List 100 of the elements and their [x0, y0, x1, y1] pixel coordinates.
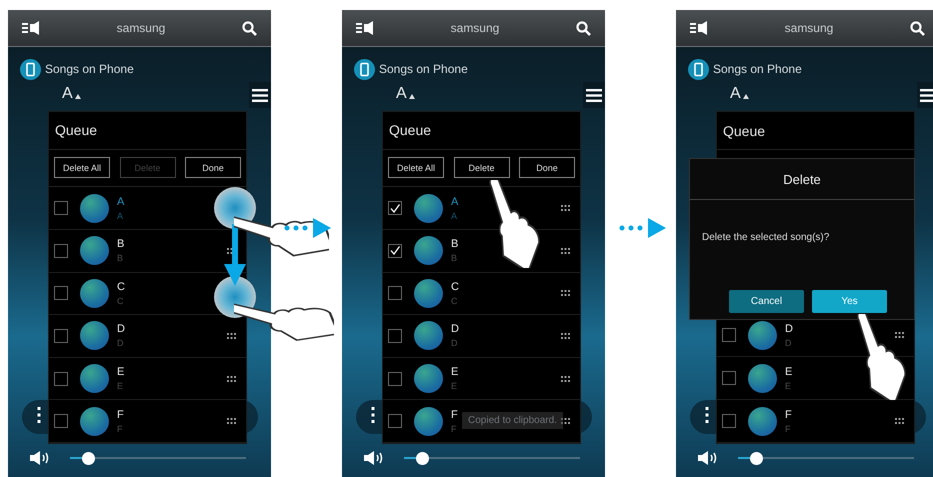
album-art-icon — [414, 364, 443, 394]
album-art-icon — [80, 278, 109, 308]
search-icon[interactable] — [910, 20, 925, 36]
album-art-icon — [80, 194, 109, 223]
phone-icon — [688, 58, 709, 80]
song-title: D — [451, 323, 459, 336]
song-title: F — [117, 408, 124, 421]
slider-thumb[interactable] — [82, 452, 95, 464]
app-title: samsung — [450, 21, 500, 35]
more-options-icon[interactable] — [705, 407, 709, 423]
checkbox[interactable] — [388, 372, 402, 386]
song-title: F — [451, 408, 458, 421]
search-icon[interactable] — [242, 20, 257, 36]
drag-handle-icon[interactable] — [895, 332, 904, 338]
dotted-arrow-icon — [283, 218, 331, 238]
queue-button[interactable]: Done — [185, 157, 241, 178]
source-label[interactable]: Songs on Phone — [45, 62, 134, 76]
drag-handle-icon[interactable] — [895, 418, 904, 424]
drag-handle-icon[interactable] — [561, 332, 570, 339]
more-options-icon[interactable] — [37, 407, 41, 423]
song-title: D — [785, 322, 793, 334]
drag-handle-icon[interactable] — [227, 376, 236, 382]
sort-selector[interactable]: A — [730, 85, 749, 103]
checkbox[interactable] — [388, 414, 402, 428]
song-title: A — [451, 196, 458, 208]
checkbox[interactable] — [54, 372, 68, 386]
phone-icon — [354, 58, 375, 80]
phone-icon — [20, 58, 41, 80]
song-artist: F — [117, 424, 122, 434]
drag-handle-icon[interactable] — [561, 290, 570, 296]
queue-button[interactable]: Delete All — [388, 157, 444, 178]
checkbox[interactable] — [388, 328, 402, 343]
menu-icon[interactable] — [917, 82, 933, 108]
drag-handle-icon[interactable] — [561, 248, 570, 254]
song-title: D — [117, 323, 125, 336]
sort-selector[interactable]: A — [62, 85, 81, 103]
source-label[interactable]: Songs on Phone — [379, 62, 468, 76]
toast-message: Copied to clipboard. — [462, 412, 563, 429]
queue-title: Queue — [49, 112, 246, 150]
volume-icon[interactable] — [364, 451, 384, 465]
checkbox[interactable] — [722, 328, 736, 342]
drag-handle-icon[interactable] — [227, 418, 236, 424]
checkbox[interactable] — [54, 414, 68, 428]
queue-button[interactable]: Delete All — [54, 157, 110, 178]
album-art-icon — [80, 236, 109, 266]
queue-title: Queue — [717, 112, 914, 150]
album-art-icon — [414, 236, 443, 266]
song-title: E — [451, 366, 458, 378]
source-label[interactable]: Songs on Phone — [713, 62, 802, 76]
playlist-icon[interactable] — [690, 21, 708, 35]
drag-handle-icon[interactable] — [227, 332, 236, 339]
song-artist: A — [451, 210, 458, 221]
checkbox[interactable] — [54, 328, 68, 343]
checkbox[interactable] — [388, 201, 402, 216]
volume-icon[interactable] — [698, 451, 718, 465]
volume-icon[interactable] — [30, 451, 50, 465]
queue-button[interactable]: Done — [519, 157, 575, 178]
playlist-icon[interactable] — [356, 21, 374, 35]
playlist-icon[interactable] — [22, 21, 40, 35]
menu-icon[interactable] — [249, 82, 271, 108]
song-artist: A — [117, 210, 124, 221]
sort-selector[interactable]: A — [396, 85, 415, 103]
slider-thumb[interactable] — [416, 452, 429, 464]
dialog-button[interactable]: Cancel — [729, 290, 804, 313]
song-title: F — [785, 408, 792, 420]
album-art-icon — [748, 364, 777, 392]
drag-handle-icon[interactable] — [561, 418, 570, 424]
drag-handle-icon[interactable] — [561, 205, 570, 212]
checkbox[interactable] — [722, 371, 736, 385]
queue-title: Queue — [383, 112, 580, 150]
app-title: samsung — [784, 21, 834, 35]
slider-thumb[interactable] — [750, 452, 763, 464]
album-art-icon — [414, 321, 443, 350]
song-artist: F — [451, 424, 456, 434]
search-icon[interactable] — [576, 20, 591, 36]
more-options-icon[interactable] — [371, 407, 375, 423]
drag-handle-icon[interactable] — [561, 376, 570, 382]
queue-button[interactable]: Delete — [454, 157, 510, 178]
down-arrow-icon — [224, 224, 246, 286]
song-artist: D — [785, 338, 792, 348]
album-art-icon — [80, 364, 109, 394]
checkbox[interactable] — [388, 244, 402, 258]
song-title: E — [117, 366, 124, 378]
menu-icon[interactable] — [583, 82, 605, 108]
song-artist: C — [451, 296, 458, 306]
song-artist: D — [117, 338, 124, 348]
album-art-icon — [748, 320, 777, 350]
song-artist: B — [117, 253, 124, 264]
album-art-icon — [414, 406, 443, 436]
song-artist: D — [451, 338, 458, 348]
checkbox[interactable] — [54, 244, 68, 258]
dialog-message: Delete the selected song(s)? — [702, 232, 830, 243]
checkbox[interactable] — [388, 286, 402, 300]
song-title: C — [117, 280, 125, 293]
checkbox[interactable] — [54, 201, 68, 216]
checkbox[interactable] — [54, 286, 68, 300]
album-art-icon — [748, 406, 777, 436]
album-art-icon — [80, 406, 109, 436]
checkbox[interactable] — [722, 414, 736, 428]
album-art-icon — [414, 278, 443, 308]
